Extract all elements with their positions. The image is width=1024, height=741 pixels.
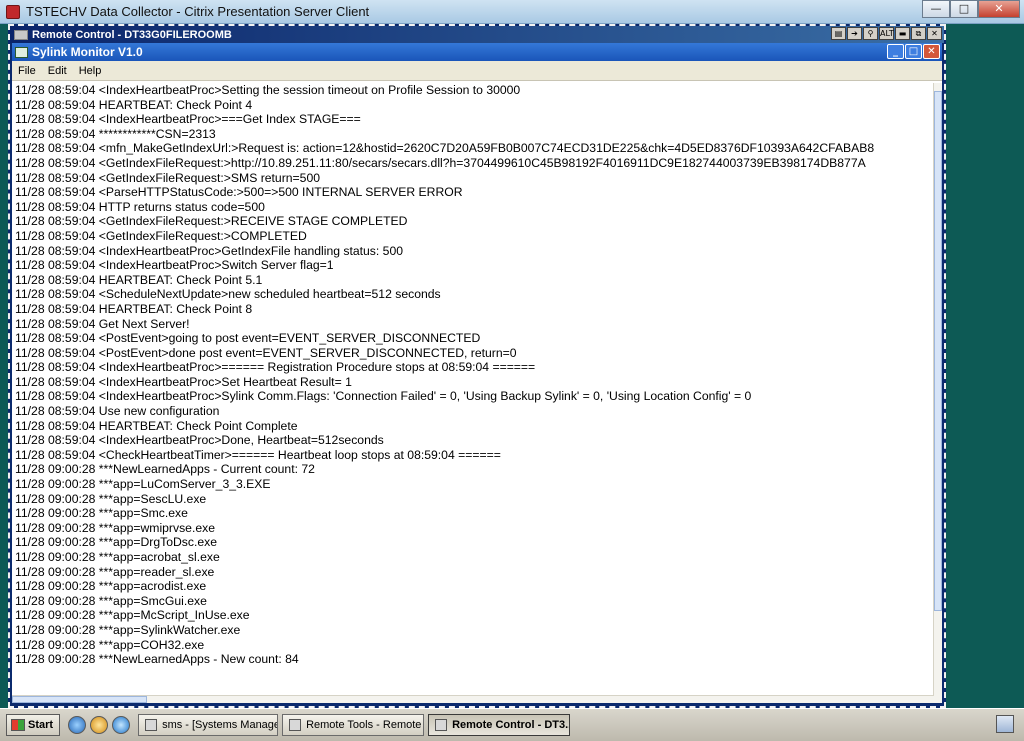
log-line: 11/28 09:00:28 ***app=McScript_InUse.exe [15,608,250,623]
rc-tool-arrow-button[interactable]: ➔ [847,27,862,40]
desktop-background [946,24,1024,708]
log-line: 11/28 08:59:04 <GetIndexFileRequest:>REC… [15,214,408,229]
sylink-title-bar[interactable]: Sylink Monitor V1.0 _ □ ✕ [12,43,942,61]
quick-launch [68,716,134,734]
outer-close-button[interactable]: ✕ [978,0,1020,18]
log-line: 11/28 08:59:04 HEARTBEAT: Check Point 4 [15,97,253,112]
taskbar-item-remote-tools[interactable]: Remote Tools - Remote ... [282,714,425,736]
log-text-area[interactable]: 11/28 08:59:04 <IndexHeartbeatProc>Setti… [12,83,934,695]
log-line: 11/28 08:59:04 HEARTBEAT: Check Point 5.… [15,272,263,287]
log-line: 11/28 08:59:04 <IndexHeartbeatProc>GetIn… [15,243,404,258]
log-line: 11/28 08:59:04 ************CSN=2313 [15,126,216,141]
log-line: 11/28 08:59:04 <ParseHTTPStatusCode:>500… [15,185,463,200]
remote-control-task-icon [435,719,448,731]
rc-tool-search-button[interactable]: ⚲ [863,27,878,40]
log-line: 11/28 08:59:04 <IndexHeartbeatProc>Set H… [15,374,352,389]
log-line: 11/28 09:00:28 ***app=DrgToDsc.exe [15,535,218,550]
log-line: 11/28 09:00:28 ***app=reader_sl.exe [15,564,215,579]
outer-minimize-button[interactable]: — [922,0,950,18]
rc-tool-alt-button[interactable]: ALT [879,27,894,40]
horizontal-scroll-thumb[interactable] [12,696,147,703]
remote-control-title-bar[interactable]: Remote Control - DT33G0FILEROOMB ▤ ➔ ⚲ A… [10,26,944,43]
outer-title-bar[interactable]: TSTECHV Data Collector - Citrix Presenta… [0,0,1024,24]
log-line: 11/28 08:59:04 <IndexHeartbeatProc>Switc… [15,258,334,273]
horizontal-scrollbar[interactable] [12,695,934,703]
sylink-window-title: Sylink Monitor V1.0 [32,45,143,59]
log-line: 11/28 09:00:28 ***app=LuComServer_3_3.EX… [15,477,271,492]
taskbar-item-label: Remote Tools - Remote ... [306,719,425,731]
windows-flag-icon [11,719,25,731]
vertical-scroll-thumb[interactable] [934,91,942,611]
menu-bar: File Edit Help [12,61,942,81]
log-line: 11/28 09:00:28 ***app=SmcGui.exe [15,593,207,608]
log-line: 11/28 08:59:04 <IndexHeartbeatProc>=====… [15,360,536,375]
remote-control-toolbar: ▤ ➔ ⚲ ALT ▬ ⧉ ✕ [830,27,942,40]
log-line: 11/28 08:59:04 <mfn_MakeGetIndexUrl:>Req… [15,141,875,156]
log-line: 11/28 09:00:28 ***app=Smc.exe [15,506,188,521]
log-line: 11/28 09:00:28 ***app=COH32.exe [15,637,205,652]
log-line: 11/28 08:59:04 <PostEvent>done post even… [15,345,517,360]
log-line: 11/28 08:59:04 <CheckHeartbeatTimer>====… [15,447,501,462]
internet-explorer-icon[interactable] [112,716,131,734]
outer-maximize-button[interactable]: □ [950,0,978,18]
log-line: 11/28 08:59:04 <ScheduleNextUpdate>new s… [15,287,441,302]
log-line: 11/28 09:00:28 ***app=acrodist.exe [15,579,207,594]
sms-app-icon [145,719,158,731]
taskbar: Start sms - [Systems Manage... Remote To… [0,708,1024,741]
browser-icon[interactable] [68,716,87,734]
rc-tool-menu-button[interactable]: ▤ [831,27,846,40]
log-line: 11/28 08:59:04 <PostEvent>going to post … [15,331,481,346]
log-line: 11/28 08:59:04 <IndexHeartbeatProc>Setti… [15,83,521,97]
taskbar-item-remote-control[interactable]: Remote Control - DT3... [428,714,571,736]
menu-help[interactable]: Help [79,65,102,77]
log-line: 11/28 09:00:28 ***app=SescLU.exe [15,491,207,506]
log-line: 11/28 08:59:04 Get Next Server! [15,316,190,331]
log-line: 11/28 09:00:28 ***NewLearnedApps - Curre… [15,462,315,477]
log-line: 11/28 09:00:28 ***NewLearnedApps - New c… [15,652,299,667]
remote-control-title: Remote Control - DT33G0FILEROOMB [32,28,232,41]
outer-window-controls: — □ ✕ [922,0,1020,18]
remote-tools-icon [289,719,302,731]
log-line: 11/28 08:59:04 <IndexHeartbeatProc>Sylin… [15,389,752,404]
log-line: 11/28 08:59:04 <IndexHeartbeatProc>===Ge… [15,112,361,127]
remote-control-icon [14,29,28,40]
citrix-app-icon [6,4,20,19]
start-label: Start [28,719,54,731]
log-line: 11/28 09:00:28 ***app=acrobat_sl.exe [15,550,220,564]
sylink-monitor-icon [15,46,28,58]
rc-minimize-button[interactable]: ▬ [895,27,910,40]
rc-close-button[interactable]: ✕ [927,27,942,40]
log-line: 11/28 08:59:04 HEARTBEAT: Check Point Co… [15,418,298,433]
sylink-maximize-button[interactable]: □ [905,44,922,59]
start-button[interactable]: Start [6,714,61,736]
vertical-scrollbar[interactable] [933,83,942,703]
remote-control-window: Remote Control - DT33G0FILEROOMB ▤ ➔ ⚲ A… [8,24,946,708]
rc-restore-button[interactable]: ⧉ [911,27,926,40]
media-icon[interactable] [90,716,109,734]
sylink-minimize-button[interactable]: _ [887,44,904,59]
taskbar-item-label: Remote Control - DT3... [452,719,571,731]
sylink-window-controls: _ □ ✕ [886,44,940,59]
system-tray-network-icon[interactable] [996,715,1014,733]
taskbar-item-label: sms - [Systems Manage... [162,719,279,731]
sylink-monitor-window: Sylink Monitor V1.0 _ □ ✕ File Edit Help… [12,43,942,703]
sylink-close-button[interactable]: ✕ [923,44,940,59]
log-line: 11/28 08:59:04 HEARTBEAT: Check Point 8 [15,301,253,316]
log-line: 11/28 09:00:28 ***app=wmiprvse.exe [15,520,215,535]
log-line: 11/28 08:59:04 HTTP returns status code=… [15,199,265,214]
outer-window-title: TSTECHV Data Collector - Citrix Presenta… [26,4,370,19]
log-line: 11/28 08:59:04 <GetIndexFileRequest:>SMS… [15,170,321,185]
log-line: 11/28 08:59:04 <IndexHeartbeatProc>Done,… [15,433,384,448]
taskbar-item-sms[interactable]: sms - [Systems Manage... [138,714,279,736]
log-line: 11/28 09:00:28 ***app=SylinkWatcher.exe [15,622,241,637]
menu-edit[interactable]: Edit [48,65,67,77]
log-line: 11/28 08:59:04 <GetIndexFileRequest:>htt… [15,155,866,170]
menu-file[interactable]: File [18,65,36,77]
log-line: 11/28 08:59:04 Use new configuration [15,404,220,419]
log-line: 11/28 08:59:04 <GetIndexFileRequest:>COM… [15,228,307,243]
